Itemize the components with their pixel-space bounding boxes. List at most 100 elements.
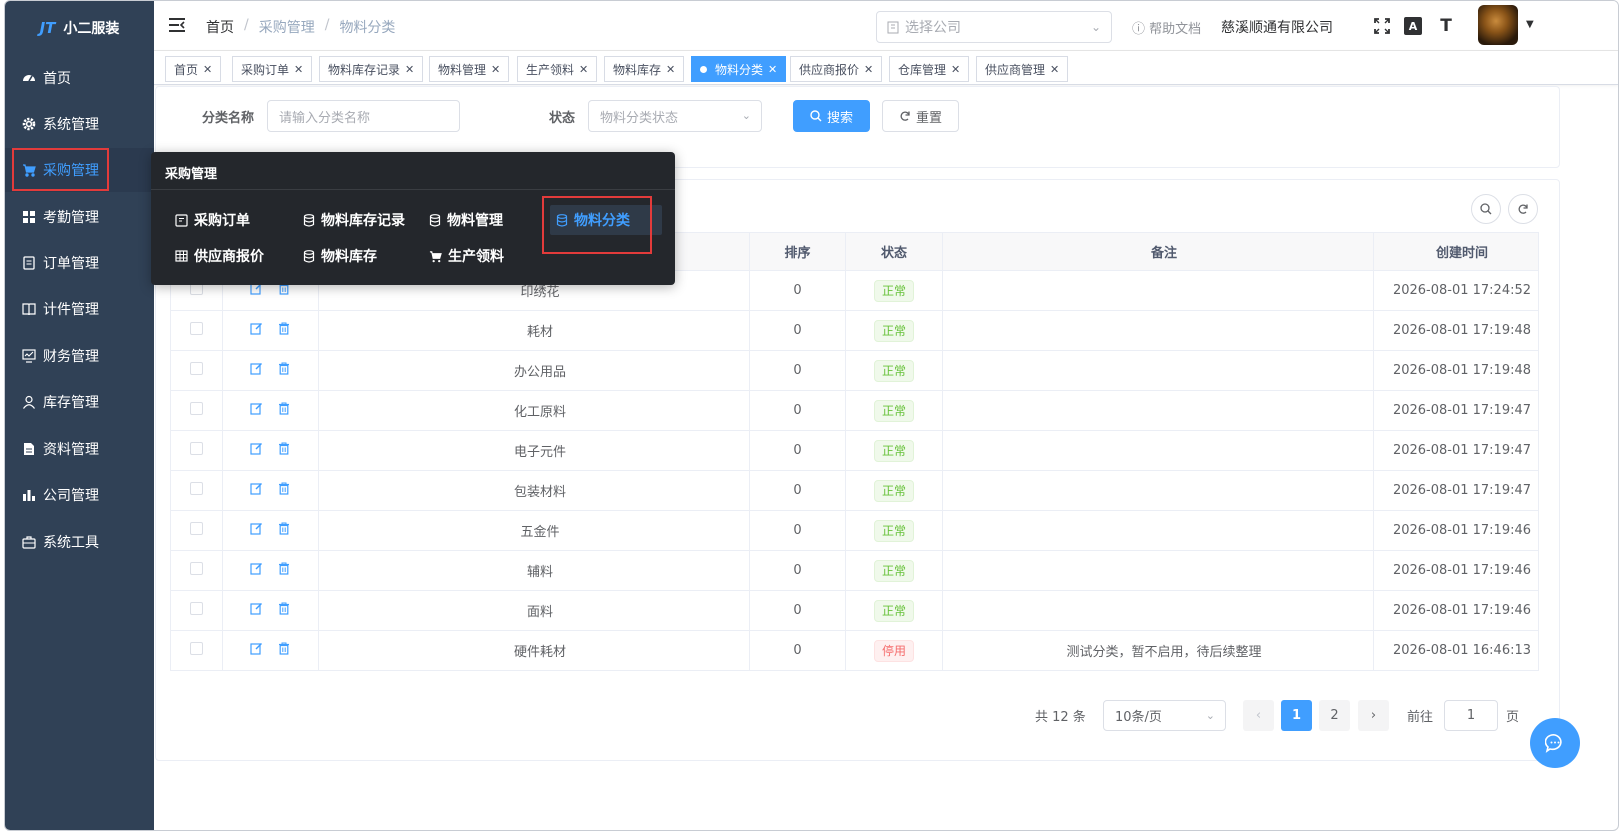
sidebar-item-finance[interactable]: 财务管理 xyxy=(5,334,154,378)
row-select-cell xyxy=(170,590,223,631)
prev-page-button[interactable]: ‹ xyxy=(1243,700,1274,731)
sidebar-item-inventory[interactable]: 库存管理 xyxy=(5,380,154,424)
font-size-icon[interactable]: T xyxy=(1436,16,1456,36)
submenu-item-label: 物料库存 xyxy=(321,249,377,265)
submenu-item-stock-record[interactable]: 物料库存记录 xyxy=(297,206,411,234)
row-select-cell xyxy=(170,390,223,431)
status-cell: 停用 xyxy=(845,630,943,671)
row-checkbox[interactable] xyxy=(190,562,203,575)
edit-icon[interactable] xyxy=(249,642,264,656)
close-icon[interactable]: ✕ xyxy=(768,63,777,76)
delete-icon[interactable] xyxy=(278,522,292,536)
tag-label: 采购订单 xyxy=(241,62,290,77)
row-checkbox[interactable] xyxy=(190,322,203,335)
page-button-2[interactable]: 2 xyxy=(1319,700,1350,731)
close-icon[interactable]: ✕ xyxy=(491,63,500,76)
delete-icon[interactable] xyxy=(278,482,292,496)
chat-button[interactable] xyxy=(1530,718,1580,768)
close-icon[interactable]: ✕ xyxy=(579,63,588,76)
delete-icon[interactable] xyxy=(278,362,292,376)
edit-icon[interactable] xyxy=(249,522,264,536)
sidebar-item-company[interactable]: 公司管理 xyxy=(5,473,154,517)
hamburger-icon[interactable] xyxy=(168,17,186,33)
caret-down-icon[interactable]: ▼ xyxy=(1526,19,1534,30)
tag-supplier-quote[interactable]: 供应商报价 ✕ xyxy=(790,56,883,82)
sidebar-item-home[interactable]: 首页 xyxy=(5,56,154,100)
delete-icon[interactable] xyxy=(278,602,292,616)
tag-stock-record[interactable]: 物料库存记录 ✕ xyxy=(319,56,424,82)
tag-material-manage[interactable]: 物料管理 ✕ xyxy=(429,56,510,82)
sidebar-item-materials[interactable]: 资料管理 xyxy=(5,427,154,471)
row-actions-cell xyxy=(222,550,319,591)
sidebar-item-attendance[interactable]: 考勤管理 xyxy=(5,195,154,239)
fullscreen-icon[interactable] xyxy=(1372,16,1392,36)
sidebar-item-piecework[interactable]: 计件管理 xyxy=(5,287,154,331)
row-checkbox[interactable] xyxy=(190,642,203,655)
delete-icon[interactable] xyxy=(278,322,292,336)
goto-page-input[interactable]: 1 xyxy=(1444,700,1498,731)
tag-purchase-order[interactable]: 采购订单 ✕ xyxy=(232,56,313,82)
submenu-item-material-stock[interactable]: 物料库存 xyxy=(297,242,383,270)
row-checkbox[interactable] xyxy=(190,402,203,415)
delete-icon[interactable] xyxy=(278,562,292,576)
next-page-button[interactable]: › xyxy=(1358,700,1389,731)
submenu-item-supplier-quote[interactable]: 供应商报价 xyxy=(169,242,270,270)
table-row: 面料 0 正常 2026-08-01 17:19:46 xyxy=(170,590,1539,631)
row-checkbox[interactable] xyxy=(190,442,203,455)
search-button[interactable]: 搜索 xyxy=(793,100,870,132)
edit-icon[interactable] xyxy=(249,602,264,616)
sort-cell: 0 xyxy=(749,550,846,591)
sidebar-item-tools[interactable]: 系统工具 xyxy=(5,520,154,564)
row-actions-cell xyxy=(222,510,319,551)
help-docs-link[interactable]: ⓘ 帮助文档 xyxy=(1132,18,1201,37)
close-icon[interactable]: ✕ xyxy=(666,63,675,76)
tag-supplier-manage[interactable]: 供应商管理 ✕ xyxy=(976,56,1069,82)
category-name-input[interactable]: 请输入分类名称 xyxy=(267,100,460,132)
row-checkbox[interactable] xyxy=(190,602,203,615)
submenu-item-production-pick[interactable]: 生产领料 xyxy=(423,242,510,270)
company-select[interactable]: 选择公司 ⌄ xyxy=(876,11,1112,43)
sidebar-item-orders[interactable]: 订单管理 xyxy=(5,241,154,285)
delete-icon[interactable] xyxy=(278,402,292,416)
toggle-search-button[interactable] xyxy=(1471,194,1501,224)
page-button-1[interactable]: 1 xyxy=(1281,700,1312,731)
edit-icon[interactable] xyxy=(249,322,264,336)
delete-icon[interactable] xyxy=(278,442,292,456)
row-checkbox[interactable] xyxy=(190,522,203,535)
edit-icon[interactable] xyxy=(249,562,264,576)
page-size-select[interactable]: 10条/页 ⌄ xyxy=(1103,700,1226,731)
row-checkbox[interactable] xyxy=(190,482,203,495)
sidebar-item-system[interactable]: 系统管理 xyxy=(5,102,154,146)
sort-cell: 0 xyxy=(749,310,846,351)
tag-material-category[interactable]: 物料分类 ✕ xyxy=(691,56,787,82)
submenu-item-purchase-order[interactable]: 采购订单 xyxy=(169,206,256,234)
submenu-item-material-manage[interactable]: 物料管理 xyxy=(423,206,509,234)
edit-icon[interactable] xyxy=(249,482,264,496)
close-icon[interactable]: ✕ xyxy=(294,63,303,76)
edit-icon[interactable] xyxy=(249,362,264,376)
status-cell: 正常 xyxy=(845,510,943,551)
tag-warehouse[interactable]: 仓库管理 ✕ xyxy=(889,56,970,82)
category-name-cell: 耗材 xyxy=(318,310,750,351)
tag-material-stock[interactable]: 物料库存 ✕ xyxy=(604,56,685,82)
close-icon[interactable]: ✕ xyxy=(203,63,212,76)
close-icon[interactable]: ✕ xyxy=(864,63,873,76)
close-icon[interactable]: ✕ xyxy=(405,63,414,76)
sort-cell: 0 xyxy=(749,430,846,471)
tag-production-pick[interactable]: 生产领料 ✕ xyxy=(517,56,598,82)
delete-icon[interactable] xyxy=(278,642,292,656)
close-icon[interactable]: ✕ xyxy=(951,63,960,76)
created-time-cell: 2026-08-01 17:24:52 xyxy=(1373,270,1539,311)
status-select[interactable]: 物料分类状态 ⌄ xyxy=(588,100,762,132)
tag-home[interactable]: 首页 ✕ xyxy=(165,56,222,82)
status-cell: 正常 xyxy=(845,470,943,511)
avatar[interactable] xyxy=(1478,5,1518,45)
close-icon[interactable]: ✕ xyxy=(1050,63,1059,76)
reset-button[interactable]: 重置 xyxy=(882,100,959,132)
edit-icon[interactable] xyxy=(249,442,264,456)
breadcrumb-home[interactable]: 首页 xyxy=(206,17,234,37)
language-icon[interactable]: A xyxy=(1404,17,1422,35)
row-checkbox[interactable] xyxy=(190,362,203,375)
edit-icon[interactable] xyxy=(249,402,264,416)
refresh-button[interactable] xyxy=(1508,194,1538,224)
